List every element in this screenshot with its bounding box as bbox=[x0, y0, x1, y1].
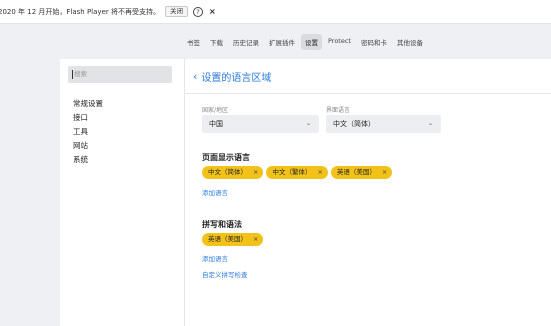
add-spelling-language-link[interactable]: 添加语言 bbox=[202, 253, 228, 263]
display-languages-title: 页面显示语言 bbox=[202, 153, 250, 162]
remove-chip-icon[interactable]: × bbox=[317, 168, 322, 176]
sidebar-item-tools[interactable]: 工具 bbox=[73, 125, 103, 139]
chevron-down-icon: ⌄ bbox=[427, 120, 433, 127]
tab-settings[interactable]: 设置 bbox=[301, 34, 322, 50]
spelling-language-chips: 英语（美国） × bbox=[202, 233, 264, 246]
back-arrow-icon[interactable]: ‹ bbox=[193, 70, 197, 83]
flash-notice-bar: 2020 年 12 月开始，Flash Player 将不再受支持。 关闭 ? … bbox=[0, 0, 551, 24]
country-value: 中国 bbox=[209, 120, 223, 128]
chip-label: 中文（简体） bbox=[208, 168, 247, 176]
add-display-language-link[interactable]: 添加语言 bbox=[202, 187, 228, 197]
language-chip: 中文（简体） × bbox=[202, 166, 264, 179]
ui-language-label: 界面语言 bbox=[326, 107, 351, 114]
search-placeholder: 搜索 bbox=[74, 70, 87, 78]
custom-spellcheck-link[interactable]: 自定义拼写检查 bbox=[202, 269, 248, 279]
remove-chip-icon[interactable]: × bbox=[253, 235, 258, 243]
search-input[interactable]: 搜索 bbox=[68, 66, 172, 83]
chip-label: 英语（美国） bbox=[336, 168, 376, 176]
ui-language-value: 中文（简体） bbox=[333, 120, 375, 128]
remove-chip-icon[interactable]: × bbox=[253, 168, 258, 176]
page-title: 设置的语言区域 bbox=[201, 72, 272, 84]
panel-header: ‹ 设置的语言区域 bbox=[185, 59, 551, 94]
tab-extensions[interactable]: 扩展插件 bbox=[265, 34, 299, 50]
language-settings-panel: ‹ 设置的语言区域 国家/地区 中国 ⌄ 界面语言 中文（简体） ⌄ 页面显示语… bbox=[184, 59, 551, 326]
tab-downloads[interactable]: 下载 bbox=[206, 34, 227, 50]
flash-notice-text: 2020 年 12 月开始，Flash Player 将不再受支持。 bbox=[0, 7, 160, 16]
chip-label: 英语（美国） bbox=[208, 235, 247, 243]
tab-bookmarks[interactable]: 书签 bbox=[183, 34, 204, 50]
sidebar-item-system[interactable]: 系统 bbox=[73, 153, 103, 167]
sidebar-item-general[interactable]: 常规设置 bbox=[73, 97, 103, 111]
chip-label: 中文（繁体） bbox=[272, 168, 312, 176]
country-select[interactable]: 中国 ⌄ bbox=[202, 115, 319, 133]
tab-passwords[interactable]: 密码和卡 bbox=[357, 34, 391, 50]
text-caret bbox=[72, 69, 73, 79]
help-icon[interactable]: ? bbox=[192, 6, 203, 17]
tab-history[interactable]: 历史记录 bbox=[229, 34, 263, 50]
settings-sidebar: 搜索 常规设置 接口 工具 网站 系统 bbox=[60, 59, 184, 326]
country-label: 国家/地区 bbox=[202, 107, 229, 114]
chevron-down-icon: ⌄ bbox=[305, 120, 311, 127]
dismiss-icon[interactable]: × bbox=[209, 7, 216, 16]
language-chip: 英语（美国） × bbox=[202, 233, 264, 246]
settings-top-nav: 书签 下载 历史记录 扩展插件 设置 Protect 密码和卡 其他设备 bbox=[183, 34, 429, 50]
tab-other-devices[interactable]: 其他设备 bbox=[393, 34, 427, 50]
remove-chip-icon[interactable]: × bbox=[382, 168, 387, 176]
spelling-title: 拼写和语法 bbox=[202, 220, 242, 229]
display-language-chips: 中文（简体） × 中文（繁体） × 英语（美国） × bbox=[202, 166, 393, 179]
language-chip: 中文（繁体） × bbox=[266, 166, 328, 179]
language-chip: 英语（美国） × bbox=[330, 166, 393, 179]
sidebar-item-interface[interactable]: 接口 bbox=[73, 111, 103, 125]
tab-protect[interactable]: Protect bbox=[324, 34, 355, 50]
notice-close-button[interactable]: 关闭 bbox=[164, 6, 188, 17]
sidebar-item-websites[interactable]: 网站 bbox=[73, 139, 103, 153]
sidebar-menu: 常规设置 接口 工具 网站 系统 bbox=[73, 97, 103, 167]
ui-language-select[interactable]: 中文（简体） ⌄ bbox=[326, 115, 441, 133]
